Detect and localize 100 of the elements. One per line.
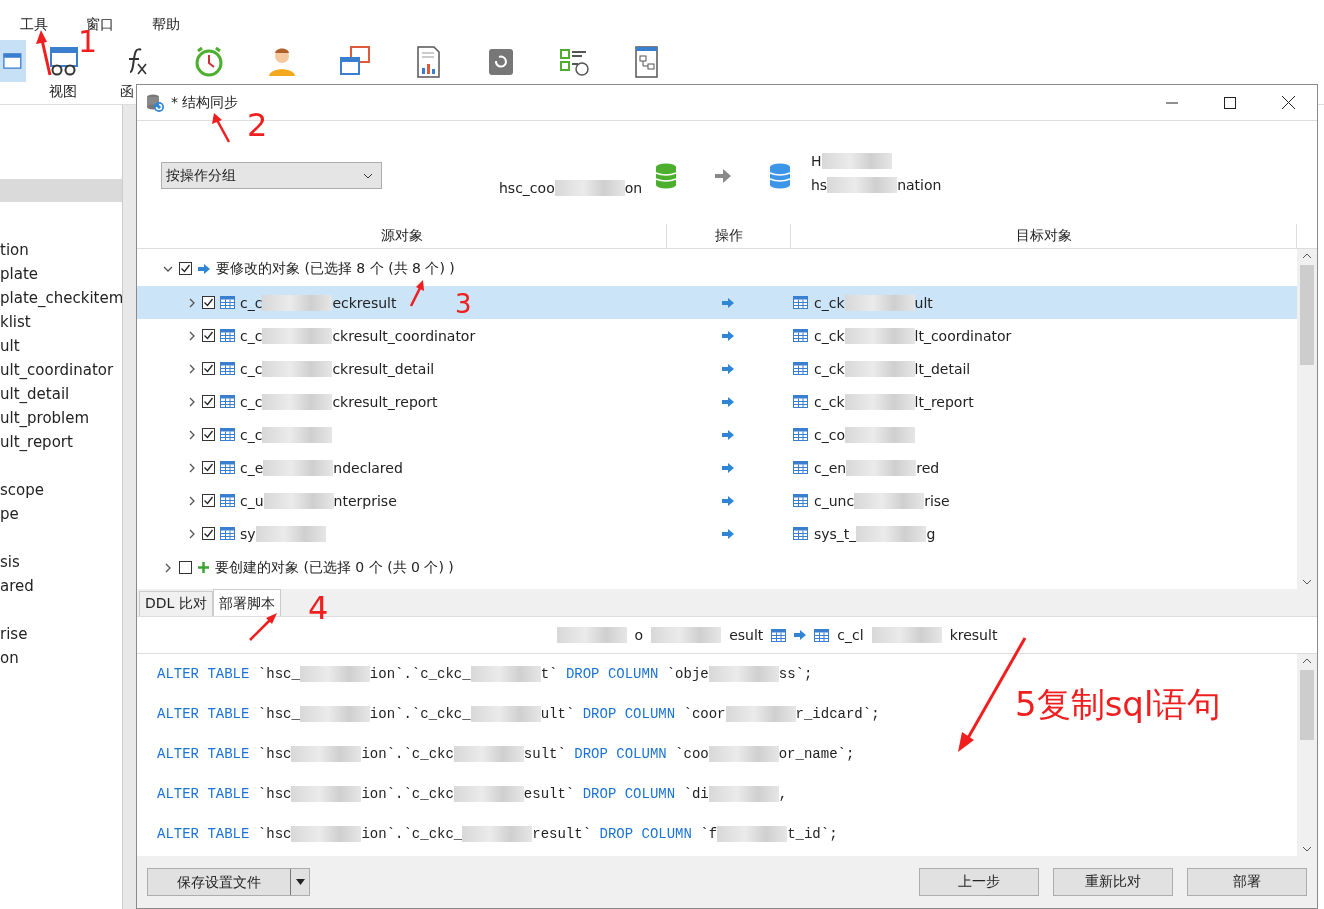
toolbar-label[interactable]: 函 — [120, 82, 134, 100]
checkbox[interactable] — [202, 461, 215, 474]
code-text: `coo — [674, 746, 709, 762]
scrollbar[interactable] — [1297, 654, 1317, 856]
column-header[interactable]: 目标对象 — [791, 224, 1297, 248]
table-name: lt_detail — [914, 360, 971, 377]
sql-keyword: ALTER TABLE — [157, 826, 250, 842]
menu-item[interactable]: 工具 — [20, 16, 48, 34]
dialog-button[interactable]: 部署 — [1187, 868, 1307, 896]
sql-keyword: DROP COLUMN — [599, 826, 692, 842]
checkbox[interactable] — [202, 395, 215, 408]
table-item[interactable]: rise — [0, 622, 122, 646]
table-item[interactable]: tion — [0, 238, 122, 262]
redaction-blur — [291, 746, 362, 762]
object-row[interactable]: c_c ckresult_report c_ck lt_report — [137, 385, 1297, 418]
table-name: sy — [240, 525, 256, 542]
table-item[interactable]: plate_checkitem — [0, 286, 122, 310]
checkbox[interactable] — [179, 262, 192, 275]
table-item[interactable]: ult_detail — [0, 382, 122, 406]
object-row[interactable]: sy sys_t_ g — [137, 517, 1297, 550]
table-name: kresult — [949, 627, 998, 643]
column-header[interactable]: 源对象 — [137, 224, 667, 248]
chevron-right-icon[interactable] — [187, 297, 197, 308]
chevron-right-icon[interactable] — [187, 429, 197, 440]
scrollbar[interactable] — [1297, 249, 1317, 589]
table-icon — [220, 296, 235, 309]
checkbox[interactable] — [202, 362, 215, 375]
table-item[interactable]: ult — [0, 334, 122, 358]
table-item[interactable]: plate — [0, 262, 122, 286]
checkbox[interactable] — [202, 296, 215, 309]
table-icon — [220, 428, 235, 441]
table-icon — [771, 628, 787, 642]
scroll-down-icon[interactable] — [1302, 846, 1312, 852]
code-text: `di — [682, 786, 709, 802]
table-item[interactable]: scope — [0, 478, 122, 502]
annotation-arrow — [36, 30, 52, 76]
checkbox[interactable] — [179, 561, 192, 574]
chevron-right-icon[interactable] — [187, 396, 197, 407]
checkbox[interactable] — [202, 527, 215, 540]
chevron-right-icon[interactable] — [187, 330, 197, 341]
sql-keyword: DROP COLUMN — [582, 706, 676, 722]
table-item[interactable]: ult_coordinator — [0, 358, 122, 382]
code-text: `hsc — [256, 786, 292, 802]
table-item[interactable]: ult_problem — [0, 406, 122, 430]
chevron-right-icon[interactable] — [163, 562, 173, 573]
code-text: t_id`; — [787, 826, 838, 842]
annotation-text: 5复制sql语句 — [1015, 683, 1222, 726]
menu-item[interactable]: 帮助 — [152, 16, 180, 34]
toolbar-label[interactable]: 视图 — [48, 82, 77, 100]
code-text: ion`.`c_ckc — [361, 746, 454, 762]
redaction-blur — [871, 627, 942, 643]
table-name: c_c — [240, 393, 263, 410]
scrollbar-thumb[interactable] — [1300, 265, 1314, 365]
scroll-up-icon[interactable] — [1302, 658, 1312, 664]
chevron-right-icon[interactable] — [187, 363, 197, 374]
redaction-blur — [462, 826, 533, 842]
table-name: ndeclared — [333, 459, 403, 476]
dialog-button[interactable]: 重新比对 — [1053, 868, 1173, 896]
table-icon — [793, 362, 808, 375]
object-row[interactable]: c_c c_co — [137, 418, 1297, 451]
save-settings-button[interactable]: 保存设置文件 — [147, 868, 310, 896]
object-row[interactable]: c_c ckresult_detail c_ck lt_detail — [137, 352, 1297, 385]
checkbox[interactable] — [202, 329, 215, 342]
object-row[interactable]: c_u nterprise c_unc rise — [137, 484, 1297, 517]
redaction-blur — [291, 786, 362, 802]
redaction-blur — [717, 826, 788, 842]
redaction-blur — [844, 294, 915, 311]
redaction-blur — [854, 492, 925, 509]
table-name: ckresult_detail — [332, 360, 435, 377]
table-name: c_c — [240, 426, 263, 443]
group-by-dropdown[interactable]: 按操作分组 — [161, 162, 382, 189]
checkbox[interactable] — [202, 428, 215, 441]
code-text: t` — [540, 666, 559, 682]
table-item[interactable]: on — [0, 646, 122, 670]
chevron-right-icon[interactable] — [187, 462, 197, 473]
object-row[interactable]: c_c ckresult_coordinator c_ck lt_coordinator — [137, 319, 1297, 352]
table-item[interactable]: ult_report — [0, 430, 122, 454]
code-text: `coor — [682, 706, 726, 722]
scroll-up-icon[interactable] — [1302, 253, 1312, 259]
table-item[interactable]: klist — [0, 310, 122, 334]
arrow-icon — [721, 330, 734, 341]
redaction-blur — [846, 459, 917, 476]
table-item[interactable]: ared — [0, 574, 122, 598]
tab[interactable]: DDL 比对 — [139, 591, 213, 616]
object-row[interactable]: c_e ndeclared c_en red — [137, 451, 1297, 484]
tab[interactable]: 部署脚本 — [212, 589, 281, 616]
code-text: ion`.`c_ckc_ — [361, 826, 463, 842]
target-connection: H — [811, 152, 822, 169]
chevron-right-icon[interactable] — [187, 495, 197, 506]
scroll-down-icon[interactable] — [1302, 579, 1312, 585]
chevron-right-icon[interactable] — [187, 528, 197, 539]
column-header[interactable]: 操作 — [667, 224, 791, 248]
table-item[interactable]: pe — [0, 502, 122, 526]
redaction-blur — [262, 294, 333, 311]
scrollbar-thumb[interactable] — [1300, 670, 1314, 740]
sql-keyword: DROP COLUMN — [582, 786, 676, 802]
checkbox[interactable] — [202, 494, 215, 507]
table-item[interactable]: sis — [0, 550, 122, 574]
table-name: c_unc — [814, 492, 855, 509]
dialog-button[interactable]: 上一步 — [919, 868, 1039, 896]
